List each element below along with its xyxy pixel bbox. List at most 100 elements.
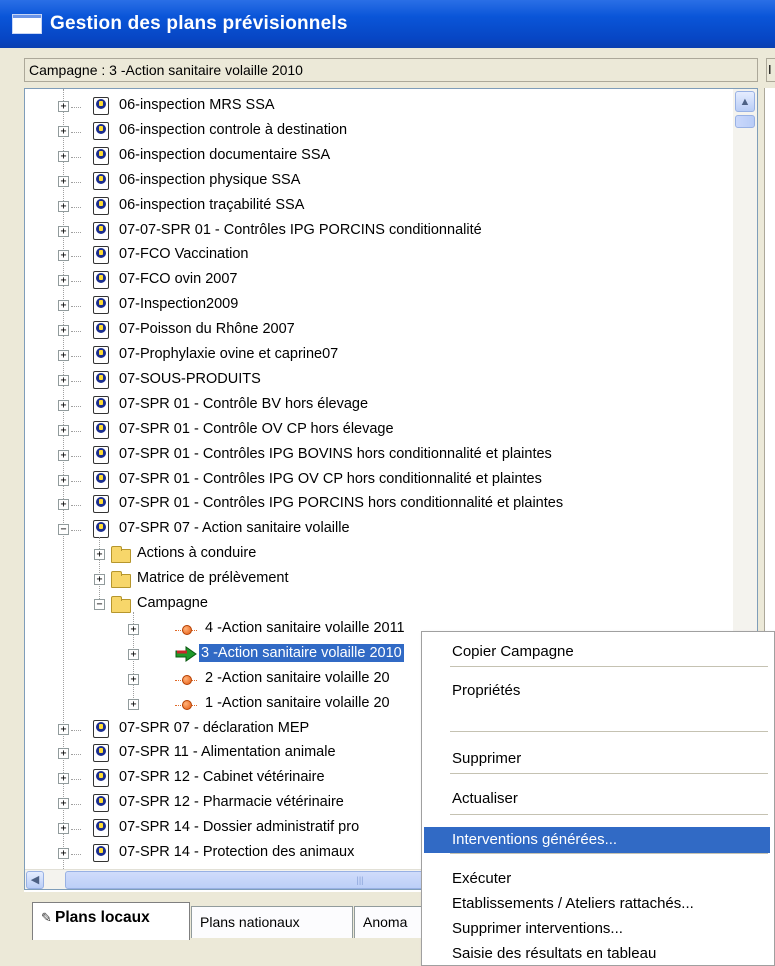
menu-item[interactable]: Supprimer interventions... (424, 916, 770, 942)
plan-item-label[interactable]: 07-SPR 07 - déclaration MEP (119, 719, 309, 737)
folder-label[interactable]: Campagne (137, 594, 208, 612)
vertical-scroll-thumb[interactable] (735, 115, 755, 128)
menu-item[interactable]: Copier Campagne (424, 639, 770, 665)
expand-toggle[interactable]: + (58, 499, 69, 511)
expand-toggle[interactable]: + (94, 574, 105, 586)
expand-toggle[interactable]: + (58, 449, 69, 461)
expand-toggle[interactable]: + (58, 399, 69, 411)
menu-item[interactable]: Supprimer (424, 746, 770, 772)
expand-toggle[interactable]: + (58, 225, 69, 237)
plan-item-label[interactable]: 07-SPR 11 - Alimentation animale (119, 743, 336, 761)
title-bar[interactable]: Gestion des plans prévisionnels (0, 0, 775, 48)
plan-icon (93, 844, 109, 862)
plan-item-label[interactable]: 07-Poisson du Rhône 2007 (119, 320, 295, 338)
expand-toggle[interactable]: + (58, 200, 69, 212)
plan-item-label[interactable]: 07-SPR 14 - Protection des animaux (119, 843, 354, 861)
expand-toggle[interactable]: + (58, 125, 69, 137)
expand-toggle[interactable]: − (94, 599, 105, 610)
tab-plans-locaux[interactable]: ✎ Plans locaux (32, 902, 190, 940)
tab-plans-locaux-label: Plans locaux (55, 909, 150, 926)
tree-connector (71, 356, 81, 357)
plan-item-label[interactable]: 07-Prophylaxie ovine et caprine07 (119, 345, 338, 363)
plan-item-label[interactable]: 06-inspection documentaire SSA (119, 146, 330, 164)
plan-item-label[interactable]: 07-SPR 01 - Contrôle OV CP hors élevage (119, 420, 394, 438)
tree-connector (71, 380, 81, 382)
expand-toggle[interactable]: + (58, 848, 69, 859)
campaign-field: Campagne : 3 -Action sanitaire volaille … (24, 58, 758, 82)
menu-separator (450, 731, 768, 732)
expand-toggle[interactable]: + (58, 773, 69, 785)
expand-toggle[interactable]: + (58, 424, 69, 436)
plan-item-label[interactable]: 07-SPR 01 - Contrôles IPG BOVINS hors co… (119, 445, 552, 463)
expand-toggle[interactable]: − (58, 524, 69, 536)
plan-item-label[interactable]: 07-SPR 12 - Pharmacie vétérinaire (119, 793, 344, 811)
plan-item-label[interactable]: 07-SPR 01 - Contrôles IPG OV CP hors con… (119, 470, 542, 488)
plan-item-label[interactable]: 06-inspection controle à destination (119, 121, 347, 139)
tree-connector (71, 480, 81, 482)
tree-connector (71, 779, 81, 781)
expand-toggle[interactable]: + (58, 748, 69, 760)
plan-item-label[interactable]: 07-SPR 01 - Contrôle BV hors élevage (119, 395, 368, 413)
folder-label[interactable]: Matrice de prélèvement (137, 569, 289, 587)
menu-item[interactable]: Etablissements / Ateliers rattachés... (424, 891, 770, 917)
scroll-left-button[interactable]: ◀ (26, 871, 44, 889)
plan-item-label[interactable]: 07-SPR 07 - Action sanitaire volaille (119, 519, 350, 537)
expand-toggle[interactable]: + (58, 300, 69, 312)
expand-toggle[interactable]: + (58, 275, 69, 287)
plan-icon (93, 196, 109, 215)
expand-toggle[interactable]: + (128, 698, 139, 710)
campaign-label[interactable]: 4 -Action sanitaire volaille 2011 (205, 619, 405, 637)
expand-toggle[interactable]: + (128, 623, 139, 635)
tree-connector (71, 231, 81, 233)
campaign-label-selected[interactable]: 3 -Action sanitaire volaille 2010 (198, 642, 405, 663)
expand-toggle[interactable]: + (58, 350, 69, 361)
plan-item-label[interactable]: 07-07-SPR 01 - Contrôles IPG PORCINS con… (119, 221, 482, 239)
menu-item[interactable]: Exécuter (424, 866, 770, 892)
expand-toggle[interactable]: + (94, 549, 105, 561)
menu-item[interactable]: Interventions générées... (424, 827, 770, 853)
tree-connector (71, 107, 81, 108)
tree-connector (71, 729, 81, 731)
green-arrow-icon (175, 645, 197, 662)
tree-connector (71, 754, 81, 756)
menu-item[interactable]: Saisie des résultats en tableau (424, 941, 770, 966)
plan-item-label[interactable]: 06-inspection physique SSA (119, 171, 300, 189)
expand-toggle[interactable]: + (58, 823, 69, 835)
tab-plans-nationaux[interactable]: Plans nationaux (191, 906, 353, 938)
expand-toggle[interactable]: + (58, 101, 69, 112)
menu-item[interactable]: Propriétés (424, 678, 770, 704)
expand-toggle[interactable]: + (58, 798, 69, 810)
expand-toggle[interactable]: + (128, 648, 139, 660)
expand-toggle[interactable]: + (58, 374, 69, 386)
expand-toggle[interactable]: + (58, 723, 69, 735)
plan-item-label[interactable]: 07-FCO Vaccination (119, 245, 248, 263)
tree-connector (71, 505, 81, 507)
expand-toggle[interactable]: + (58, 175, 69, 187)
folder-trunk (99, 537, 100, 600)
plan-item-label[interactable]: 07-Inspection2009 (119, 295, 238, 313)
expand-toggle[interactable]: + (58, 474, 69, 486)
expand-toggle[interactable]: + (128, 673, 139, 685)
plan-item-label[interactable]: 07-SPR 14 - Dossier administratif pro (119, 818, 359, 836)
expand-toggle[interactable]: + (58, 325, 69, 337)
plan-icon (93, 819, 109, 838)
tree-connector (71, 405, 81, 407)
folder-label[interactable]: Actions à conduire (137, 544, 256, 562)
expand-toggle[interactable]: + (58, 150, 69, 162)
plan-item-label[interactable]: 07-SOUS-PRODUITS (119, 370, 261, 388)
plan-item-label[interactable]: 07-SPR 01 - Contrôles IPG PORCINS hors c… (119, 494, 563, 512)
plan-icon (93, 395, 109, 414)
menu-separator (450, 666, 768, 667)
scroll-up-button[interactable]: ▲ (735, 91, 755, 112)
plan-item-label[interactable]: 07-SPR 12 - Cabinet vétérinaire (119, 768, 325, 786)
plan-icon (93, 769, 109, 788)
tab-anomalies[interactable]: Anoma (354, 906, 424, 938)
menu-item[interactable]: Actualiser (424, 786, 770, 812)
plan-item-label[interactable]: 06-inspection MRS SSA (119, 96, 275, 114)
expand-toggle[interactable]: + (58, 250, 69, 262)
campaign-label[interactable]: 1 -Action sanitaire volaille 20 (205, 694, 390, 712)
plan-item-label[interactable]: 06-inspection traçabilité SSA (119, 196, 304, 214)
campaign-label[interactable]: 2 -Action sanitaire volaille 20 (205, 669, 390, 687)
plan-item-label[interactable]: 07-FCO ovin 2007 (119, 270, 237, 288)
context-menu[interactable]: Copier Campagne Propriétés Supprimer Actual… (421, 631, 775, 966)
